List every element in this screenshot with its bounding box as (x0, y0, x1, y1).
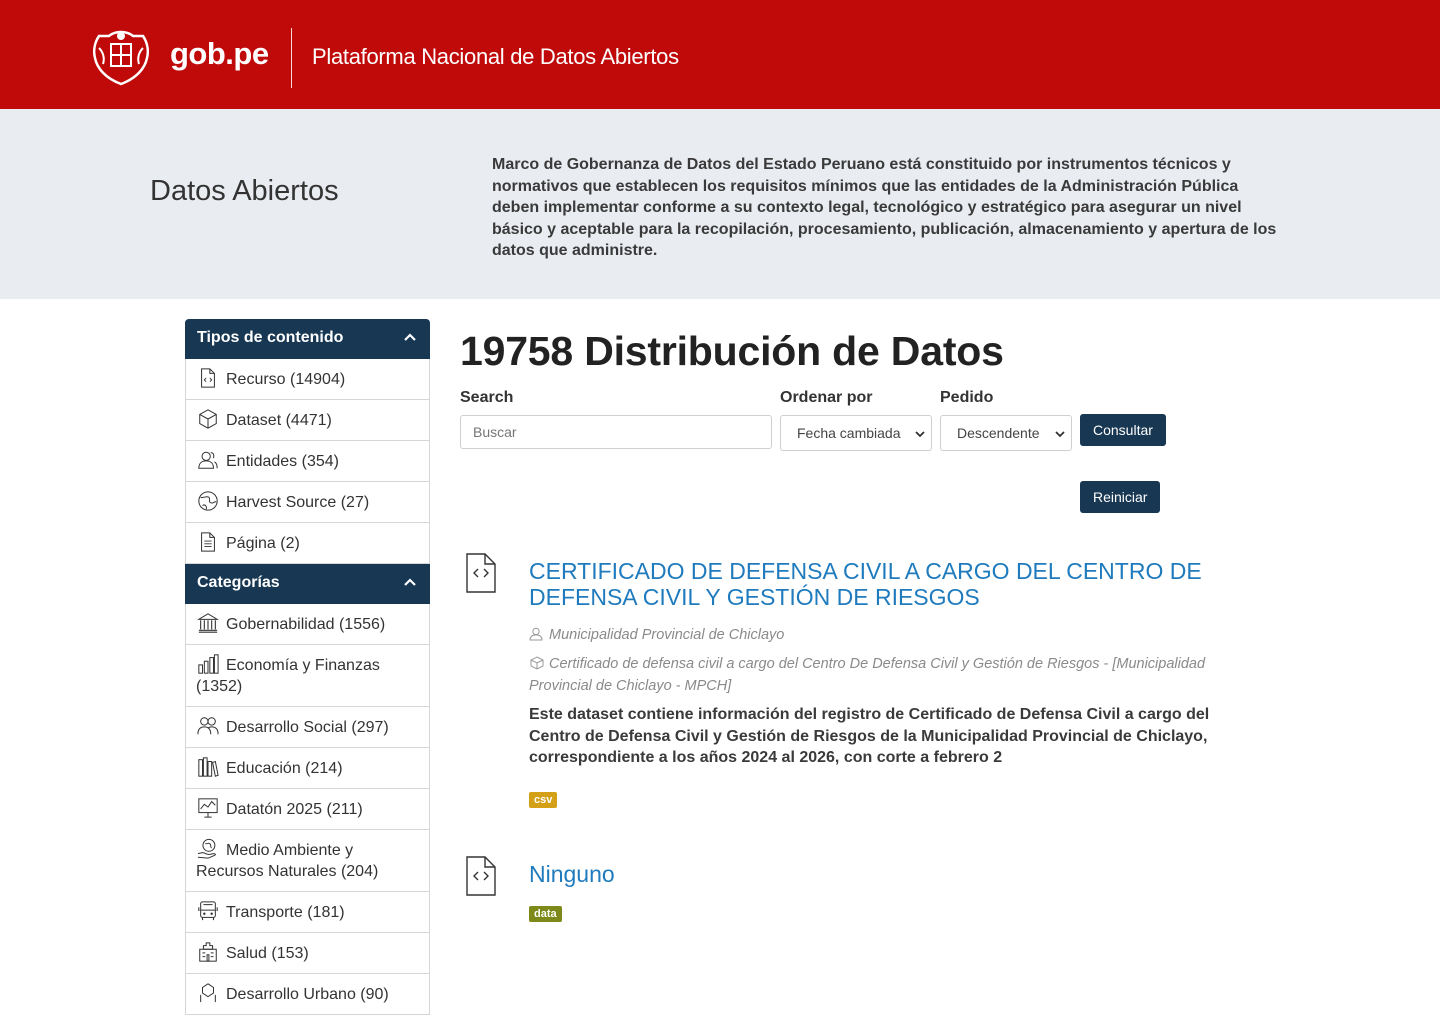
books-icon (198, 757, 219, 777)
facet-item-label: Datatón 2025 (211) (226, 801, 363, 818)
facet-item-label: Economía y Finanzas (1352) (196, 657, 380, 695)
urban-icon (200, 983, 216, 1003)
results-panel: 19758 Distribución de Datos Search Orden… (460, 319, 1260, 513)
facet-header-content-types[interactable]: Tipos de contenido (185, 319, 430, 359)
facet-item-label: Medio Ambiente y Recursos Naturales (204… (196, 842, 379, 880)
facet-item-recurso[interactable]: Recurso (14904) (185, 359, 430, 400)
globe-icon (198, 491, 218, 511)
result-description: Este dataset contiene información del re… (529, 706, 1210, 767)
people-icon (197, 717, 219, 735)
sort-label: Ordenar por (780, 389, 873, 406)
page-icon (201, 532, 215, 552)
institution-icon (197, 613, 219, 633)
chart-board-icon (198, 798, 218, 818)
users-icon (198, 451, 218, 469)
order-select-value: Descendente (957, 425, 1040, 441)
file-code-icon (466, 856, 496, 896)
cube-icon (199, 409, 217, 429)
dataset-name: Certificado de defensa civil a cargo del… (529, 656, 1206, 694)
format-badge-csv[interactable]: csv (529, 792, 558, 808)
result-dataset[interactable]: Certificado de defensa civil a cargo del… (529, 653, 1249, 697)
category-item-desarrollo-social[interactable]: Desarrollo Social (297) (185, 707, 430, 748)
sort-select[interactable]: Fecha cambiada (780, 415, 932, 451)
facet-item-label: Dataset (4471) (226, 412, 332, 429)
category-item-desarrollo-urbano[interactable]: Desarrollo Urbano (90) (185, 974, 430, 1015)
header-divider (291, 28, 292, 88)
platform-title[interactable]: Plataforma Nacional de Datos Abiertos (312, 44, 679, 70)
file-code-icon (466, 553, 496, 593)
hero-description: Marco de Gobernanza de Datos del Estado … (492, 156, 1277, 260)
category-item-transporte[interactable]: Transporte (181) (185, 892, 430, 933)
facet-item-label: Desarrollo Urbano (90) (226, 986, 389, 1003)
top-header: gob.pe Plataforma Nacional de Datos Abie… (0, 0, 1440, 109)
submit-button[interactable]: Consultar (1080, 414, 1166, 446)
earth-hand-icon (197, 838, 216, 859)
facet-sidebar: Tipos de contenido Recurso (14904) Datas… (185, 319, 430, 1015)
chevron-up-icon[interactable] (404, 576, 416, 588)
result-title-link[interactable]: CERTIFICADO DE DEFENSA CIVIL A CARGO DEL… (529, 558, 1229, 610)
order-select[interactable]: Descendente (940, 415, 1072, 451)
reset-button[interactable]: Reiniciar (1080, 481, 1161, 513)
category-item-medio-ambiente[interactable]: Medio Ambiente y Recursos Naturales (204… (185, 830, 430, 892)
category-item-economia[interactable]: Economía y Finanzas (1352) (185, 645, 430, 707)
hero-banner: Datos Abiertos Marco de Gobernanza de Da… (0, 109, 1440, 299)
facet-header-label: Tipos de contenido (197, 329, 344, 346)
facet-item-label: Entidades (354) (226, 453, 339, 470)
facet-item-entidades[interactable]: Entidades (354) (185, 441, 430, 482)
result-item: Ninguno data (460, 855, 1260, 935)
result-organization[interactable]: Municipalidad Provincial de Chiclayo (529, 624, 1249, 646)
facet-item-label: Educación (214) (226, 760, 343, 777)
facet-item-harvest-source[interactable]: Harvest Source (27) (185, 482, 430, 523)
coins-icon (198, 654, 219, 674)
chevron-down-icon (915, 431, 925, 438)
category-item-salud[interactable]: Salud (153) (185, 933, 430, 974)
category-item-dataton[interactable]: Datatón 2025 (211) (185, 789, 430, 830)
search-label: Search (460, 389, 514, 406)
chevron-up-icon[interactable] (404, 331, 416, 343)
facet-item-label: Harvest Source (27) (226, 494, 370, 511)
facet-item-pagina[interactable]: Página (2) (185, 523, 430, 564)
cube-icon (530, 656, 544, 670)
category-item-educacion[interactable]: Educación (214) (185, 748, 430, 789)
search-input[interactable] (460, 415, 772, 449)
search-filters: Search Ordenar por Fecha cambiada Pedido… (460, 319, 1260, 513)
order-label: Pedido (940, 389, 994, 406)
organization-name: Municipalidad Provincial de Chiclayo (549, 627, 785, 643)
result-item: CERTIFICADO DE DEFENSA CIVIL A CARGO DEL… (460, 552, 1260, 812)
facet-item-label: Desarrollo Social (297) (226, 719, 389, 736)
hero-title: Datos Abiertos (150, 175, 339, 207)
user-icon (529, 627, 543, 641)
facet-item-label: Transporte (181) (226, 904, 345, 921)
facet-header-categories[interactable]: Categorías (185, 564, 430, 604)
chevron-down-icon (1055, 431, 1065, 438)
facet-item-label: Gobernabilidad (1556) (226, 616, 386, 633)
sort-select-value: Fecha cambiada (797, 425, 901, 441)
bus-icon (198, 901, 218, 921)
facet-item-label: Recurso (14904) (226, 371, 346, 388)
facet-header-label: Categorías (197, 574, 280, 591)
facet-item-label: Página (2) (226, 535, 300, 552)
category-item-gobernabilidad[interactable]: Gobernabilidad (1556) (185, 604, 430, 645)
peru-coat-of-arms-icon[interactable] (91, 28, 151, 86)
file-code-icon (201, 368, 215, 388)
facet-item-label: Salud (153) (226, 945, 309, 962)
result-title-link[interactable]: Ninguno (529, 861, 1229, 887)
format-badge-data[interactable]: data (529, 906, 562, 922)
facet-item-dataset[interactable]: Dataset (4471) (185, 400, 430, 441)
brand-name[interactable]: gob.pe (170, 36, 269, 72)
